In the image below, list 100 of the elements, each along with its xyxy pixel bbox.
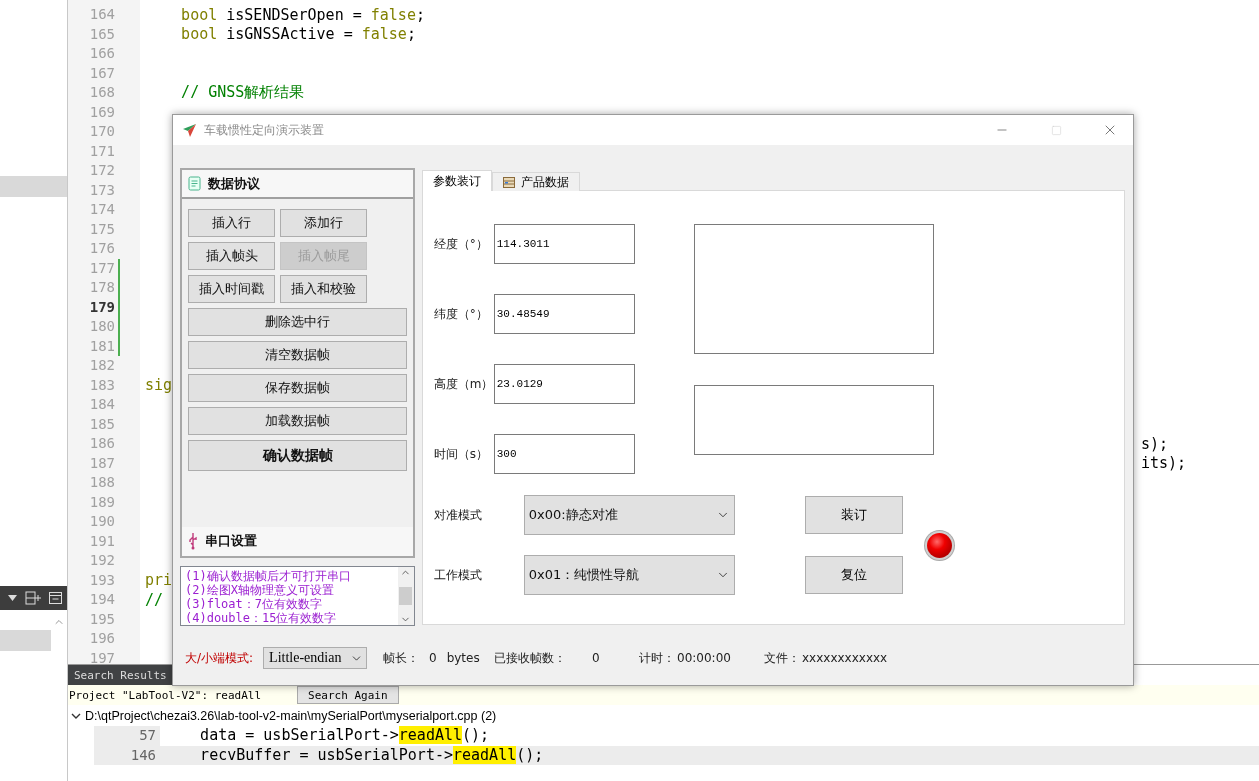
endian-dropdown[interactable]: Little-endian <box>263 647 368 669</box>
action-button[interactable]: 装订 <box>804 496 903 534</box>
tool-button[interactable]: 删除选中行 <box>188 308 407 336</box>
window-title: 车载惯性定向演示装置 <box>204 121 325 139</box>
line-number: 178 <box>88 278 115 297</box>
field-label: 高度（m） <box>433 375 494 393</box>
status-label: 大/小端模式: <box>185 649 254 667</box>
line-number: 177 <box>88 258 115 278</box>
tool-button[interactable]: 确认数据帧 <box>188 440 407 471</box>
code-line: data = usbSerialPort->readAll(); <box>199 726 490 746</box>
field-label: 经度（°） <box>433 235 489 253</box>
code-line: s); <box>1141 434 1169 453</box>
usb-icon <box>188 531 198 550</box>
line-number: 196 <box>88 629 115 648</box>
code-line: bool isGNSSActive = false; <box>180 25 416 44</box>
pane-title[interactable]: Search Results <box>68 665 173 685</box>
code-line: pri <box>145 571 173 590</box>
line-number: 180 <box>88 317 115 336</box>
status-value: xxxxxxxxxxxx <box>802 651 888 665</box>
line-number: 187 <box>88 453 115 473</box>
tool-button[interactable]: 清空数据帧 <box>188 341 407 369</box>
section-header[interactable]: 串口设置 <box>182 527 413 556</box>
status-value: 0 <box>429 651 437 665</box>
caret-down-icon[interactable] <box>8 595 17 601</box>
input-field[interactable]: 23.0129 <box>493 364 635 404</box>
section-header[interactable]: 数据协议 <box>182 170 413 199</box>
line-number: 166 <box>88 44 115 63</box>
line-number: 186 <box>88 434 115 453</box>
tool-button[interactable]: 插入时间戳 <box>188 275 275 303</box>
status-label: 文件： <box>764 649 800 667</box>
text-area[interactable] <box>693 385 934 455</box>
line-number: 175 <box>88 219 115 239</box>
line-number: 197 <box>88 648 115 664</box>
line-number: 192 <box>88 551 115 570</box>
app-logo-icon <box>183 123 196 137</box>
input-field[interactable]: 114.3011 <box>493 224 635 264</box>
status-value: 0 <box>592 651 600 665</box>
status-label: 帧长： <box>383 649 419 667</box>
document-icon <box>188 176 201 191</box>
line-number: 165 <box>88 24 115 44</box>
field-label: 纬度（°） <box>433 305 489 323</box>
line-number: 183 <box>88 375 115 395</box>
status-unit: bytes <box>446 651 480 665</box>
line-number: 168 <box>88 83 115 102</box>
mode-dropdown[interactable]: 0x00:静态对准 <box>523 495 735 535</box>
line-number: 188 <box>88 473 115 492</box>
tab[interactable]: 产品数据 <box>491 172 580 191</box>
code-line: bool isSENDSerOpen = false; <box>180 5 425 24</box>
collapse-icon[interactable] <box>49 592 62 604</box>
line-number: 169 <box>88 102 115 122</box>
note-line: (4)double：15位有效数字 <box>185 611 338 625</box>
note-line: (3)float：7位有效数字 <box>185 597 324 611</box>
line-number: 182 <box>88 356 115 375</box>
line-number: 171 <box>88 141 115 161</box>
line-number: 193 <box>88 570 115 590</box>
status-label: 计时： <box>639 649 675 667</box>
scrollbar[interactable] <box>397 567 414 625</box>
database-icon <box>502 176 515 188</box>
result-row[interactable]: 57 data = usbSerialPort->readAll(); <box>94 726 1259 746</box>
line-number: 164 <box>88 5 115 24</box>
line-number: 194 <box>88 590 115 609</box>
code-line: its); <box>1141 454 1187 473</box>
code-line: sig <box>145 376 173 395</box>
tool-button[interactable]: 保存数据帧 <box>188 374 407 402</box>
notes-box[interactable]: (1)确认数据帧后才可打开串口 (2)绘图X轴物理意义可设置 (3)float：7位有效数字 (4)double：15位有效数字 <box>180 566 415 626</box>
status-label: 已接收帧数： <box>494 649 566 667</box>
line-number: 185 <box>88 414 115 434</box>
line-number: 170 <box>88 122 115 141</box>
tool-button[interactable]: 插入行 <box>188 209 275 237</box>
field-label: 时间（s） <box>433 445 489 463</box>
input-field[interactable]: 300 <box>493 434 635 474</box>
text-area[interactable] <box>693 224 934 354</box>
tool-button[interactable]: 插入帧头 <box>188 242 275 270</box>
field-label: 对准模式 <box>433 506 483 524</box>
line-number: 174 <box>88 200 115 219</box>
section-title: 数据协议 <box>208 174 260 193</box>
tool-button[interactable]: 插入和校验 <box>280 275 367 303</box>
search-again-button[interactable]: Search Again <box>297 686 399 704</box>
line-number: 172 <box>88 161 115 180</box>
split-add-icon[interactable] <box>25 591 41 605</box>
line-number: 190 <box>88 512 115 531</box>
file-path[interactable]: D:\qtProject\chezai3.26\lab-tool-v2-main\mySerialPort\myserialport.cpp (2) <box>85 708 497 723</box>
field-label: 工作模式 <box>433 566 483 584</box>
tool-button[interactable]: 添加行 <box>280 209 367 237</box>
code-line: // GNSS解析结果 <box>180 83 305 103</box>
action-button[interactable]: 复位 <box>804 556 903 594</box>
tool-button[interactable]: 加载数据帧 <box>188 407 407 435</box>
mode-dropdown[interactable]: 0x01：纯惯性导航 <box>523 555 735 595</box>
line-number: 57 <box>94 726 160 746</box>
line-number: 176 <box>88 239 115 258</box>
line-number: 195 <box>88 609 115 629</box>
line-number: 173 <box>88 180 115 200</box>
line-number: 181 <box>88 336 115 356</box>
input-field[interactable]: 30.48549 <box>493 294 635 334</box>
tab[interactable]: 参数装订 <box>421 170 492 191</box>
line-number: 184 <box>88 395 115 414</box>
code-line: // <box>145 590 164 609</box>
section-title: 串口设置 <box>205 531 257 550</box>
note-line: (1)确认数据帧后才可打开串口 <box>185 569 352 583</box>
status-value: 00:00:00 <box>677 651 731 665</box>
